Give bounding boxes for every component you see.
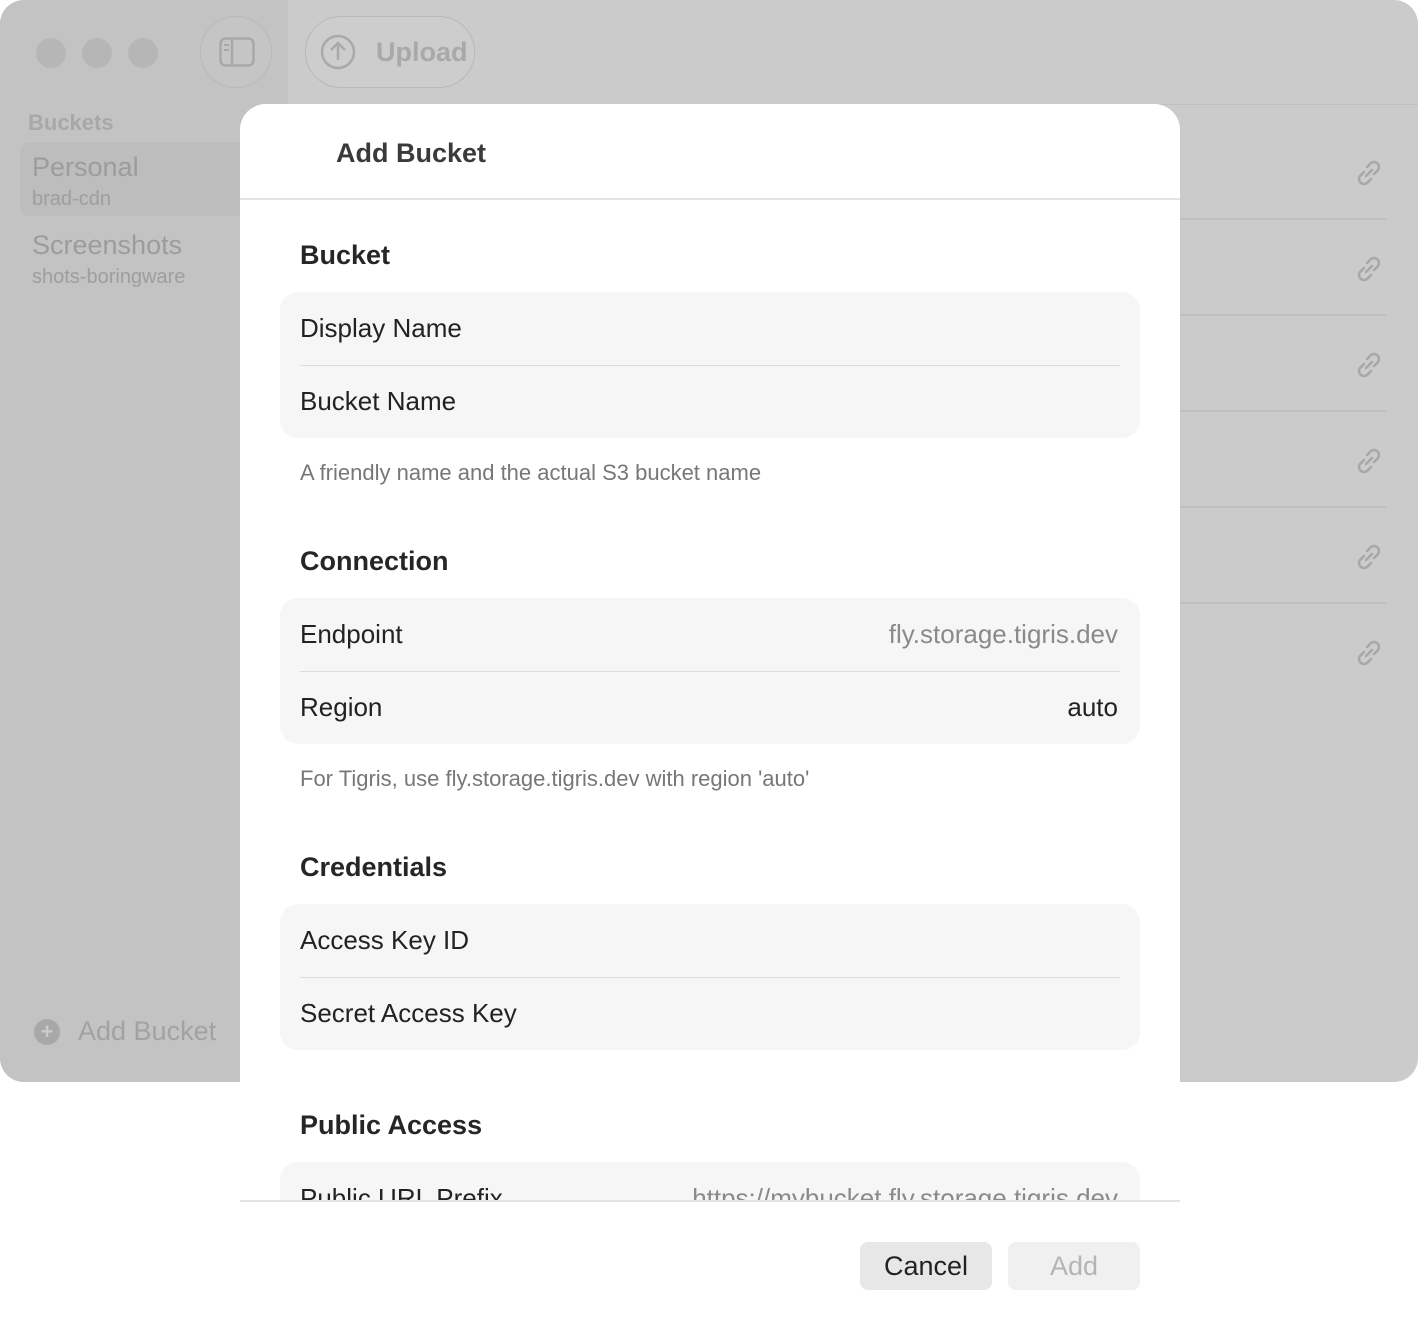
add-bucket-sidebar-button[interactable]: + Add Bucket (34, 1016, 216, 1047)
credentials-group: Access Key ID Secret Access Key (280, 904, 1140, 1050)
section-title-credentials: Credentials (300, 852, 448, 882)
bucket-name-input[interactable] (640, 385, 1120, 418)
add-bucket-dialog: Add Bucket Bucket Display Name Bucket Na… (240, 104, 1180, 1330)
plus-circle-icon: + (34, 1018, 60, 1045)
add-button[interactable]: Add (1008, 1242, 1140, 1290)
bucket-footnote: A friendly name and the actual S3 bucket… (300, 460, 762, 485)
section-title-bucket: Bucket (300, 240, 391, 270)
endpoint-label: Endpoint (300, 619, 403, 649)
display-name-label: Display Name (300, 313, 462, 343)
close-window-button[interactable] (36, 38, 66, 68)
list-row-divider (1180, 314, 1386, 316)
cancel-button[interactable]: Cancel (860, 1242, 992, 1290)
region-input[interactable] (640, 691, 1120, 724)
zoom-window-button[interactable] (128, 38, 158, 68)
add-bucket-label: Add Bucket (78, 1016, 217, 1046)
connection-group: Endpoint Region (280, 598, 1140, 744)
secret-access-key-label: Secret Access Key (300, 998, 517, 1028)
list-row-divider (1180, 602, 1386, 604)
region-label: Region (300, 692, 383, 722)
section-title-connection: Connection (300, 546, 449, 576)
region-row[interactable]: Region (280, 671, 1140, 744)
link-icon[interactable] (1352, 348, 1386, 382)
display-name-row[interactable]: Display Name (280, 292, 1140, 365)
access-key-id-input[interactable] (640, 924, 1120, 957)
list-row-divider (1180, 410, 1386, 412)
link-icon[interactable] (1352, 444, 1386, 478)
link-icon[interactable] (1352, 252, 1386, 286)
public-access-group: Public URL Prefix (280, 1162, 1140, 1200)
list-row-divider (1180, 218, 1386, 220)
connection-footnote: For Tigris, use fly.storage.tigris.dev w… (300, 766, 810, 791)
link-icon[interactable] (1352, 156, 1386, 190)
sidebar-icon (219, 37, 255, 67)
public-url-prefix-row[interactable]: Public URL Prefix (280, 1162, 1140, 1200)
public-url-prefix-input[interactable] (640, 1182, 1120, 1200)
bucket-group: Display Name Bucket Name (280, 292, 1140, 438)
endpoint-row[interactable]: Endpoint (280, 598, 1140, 671)
link-icon[interactable] (1352, 636, 1386, 670)
link-icon[interactable] (1352, 540, 1386, 574)
sidebar-toggle-button[interactable] (200, 16, 272, 88)
bucket-name-row[interactable]: Bucket Name (280, 365, 1140, 438)
endpoint-input[interactable] (640, 618, 1120, 651)
dialog-footer-divider (240, 1200, 1180, 1202)
display-name-input[interactable] (640, 312, 1120, 345)
form-scroll-area[interactable]: Bucket Display Name Bucket Name A friend… (240, 200, 1180, 1200)
access-key-id-row[interactable]: Access Key ID (280, 904, 1140, 977)
sidebar-section-label: Buckets (28, 110, 114, 135)
upload-arrow-icon (320, 34, 356, 70)
upload-button[interactable]: Upload (305, 16, 475, 88)
bucket-name-label: Bucket Name (300, 386, 457, 416)
secret-access-key-input[interactable] (640, 997, 1120, 1030)
minimize-window-button[interactable] (82, 38, 112, 68)
access-key-id-label: Access Key ID (300, 925, 470, 955)
dialog-header: Add Bucket (240, 104, 1180, 200)
section-title-public-access: Public Access (300, 1110, 483, 1140)
list-row-divider (1180, 506, 1386, 508)
upload-label: Upload (376, 36, 468, 67)
dialog-title: Add Bucket (336, 138, 487, 168)
public-url-prefix-label: Public URL Prefix (300, 1183, 503, 1200)
secret-access-key-row[interactable]: Secret Access Key (280, 977, 1140, 1050)
